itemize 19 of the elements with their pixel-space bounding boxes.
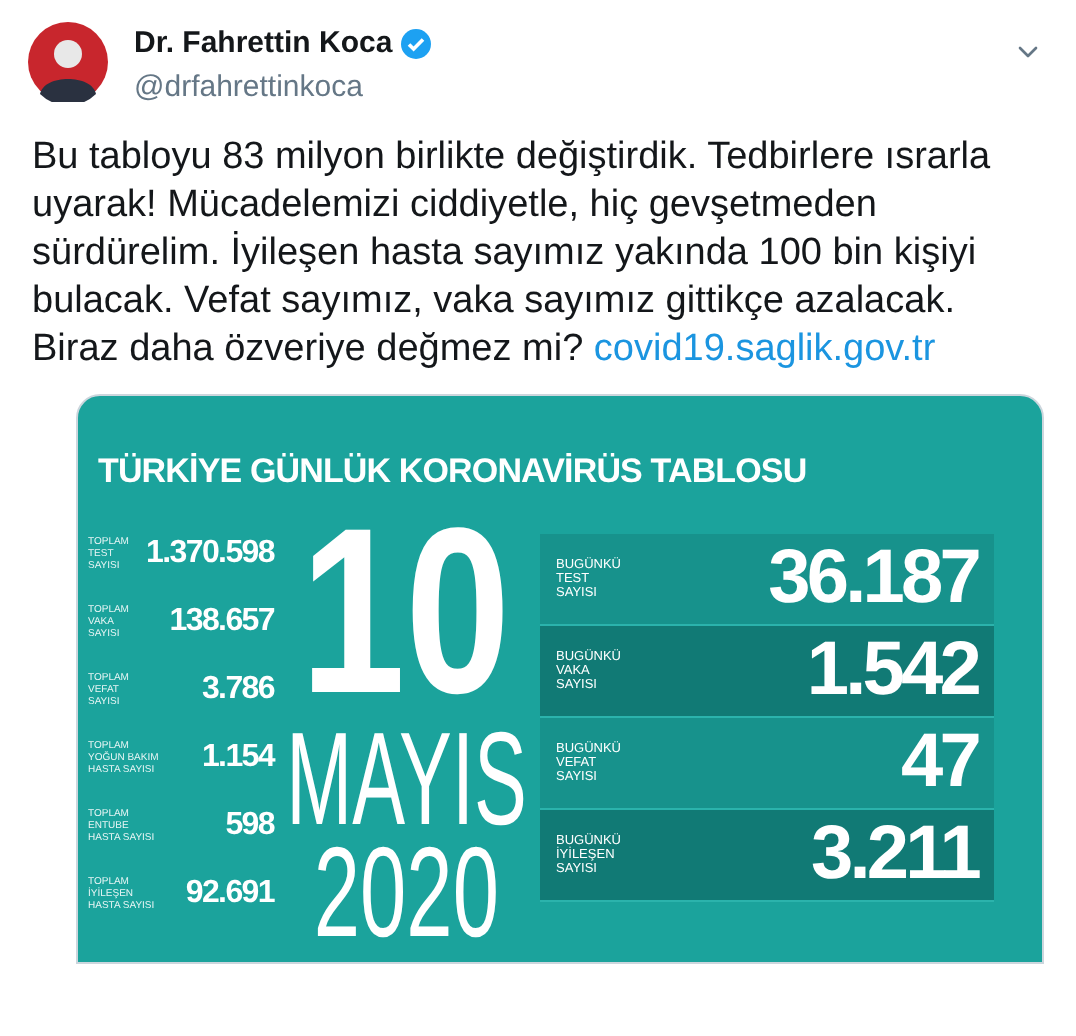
infographic-title: TÜRKİYE GÜNLÜK KORONAVİRÜS TABLOSU <box>98 451 807 491</box>
stat-value: 3.786 <box>201 669 274 709</box>
stat-value: 598 <box>225 805 274 845</box>
stat-value: 1.542 <box>806 626 978 714</box>
link[interactable]: covid19.saglik.gov.tr <box>593 327 936 369</box>
tweet-text: Bu tabloyu 83 milyon birlikte değiştirdik. Tedbirlere ısrarla uyarak! Mücadelemizi ciddiyetle, hiç gevşetmeden sürdürelim. İyileşen hasta sayımız yakında 100 bin kişiyi bulacak. Vefat sayımız, vaka sayımız gittikçe azalacak. Biraz daha özveriye değmez mi? covid19.saglik.gov.tr <box>32 133 993 373</box>
date-month: MAYIS <box>285 719 527 835</box>
stat-value: 3.211 <box>811 810 978 898</box>
avatar[interactable] <box>28 22 108 102</box>
stat-value: 1.154 <box>201 737 274 777</box>
date-day: 10 <box>301 511 512 711</box>
stat-value: 36.187 <box>768 534 978 622</box>
stat-value: 1.370.598 <box>146 533 274 573</box>
author-handle[interactable]: @drfahrettinkoca <box>134 67 433 107</box>
date-year: 2020 <box>313 835 499 947</box>
stat-value: 138.657 <box>169 601 274 641</box>
author-name[interactable]: Dr. Fahrettin Koca <box>134 22 393 67</box>
stat-value: 92.691 <box>185 873 274 913</box>
stat-value: 47 <box>901 718 978 806</box>
